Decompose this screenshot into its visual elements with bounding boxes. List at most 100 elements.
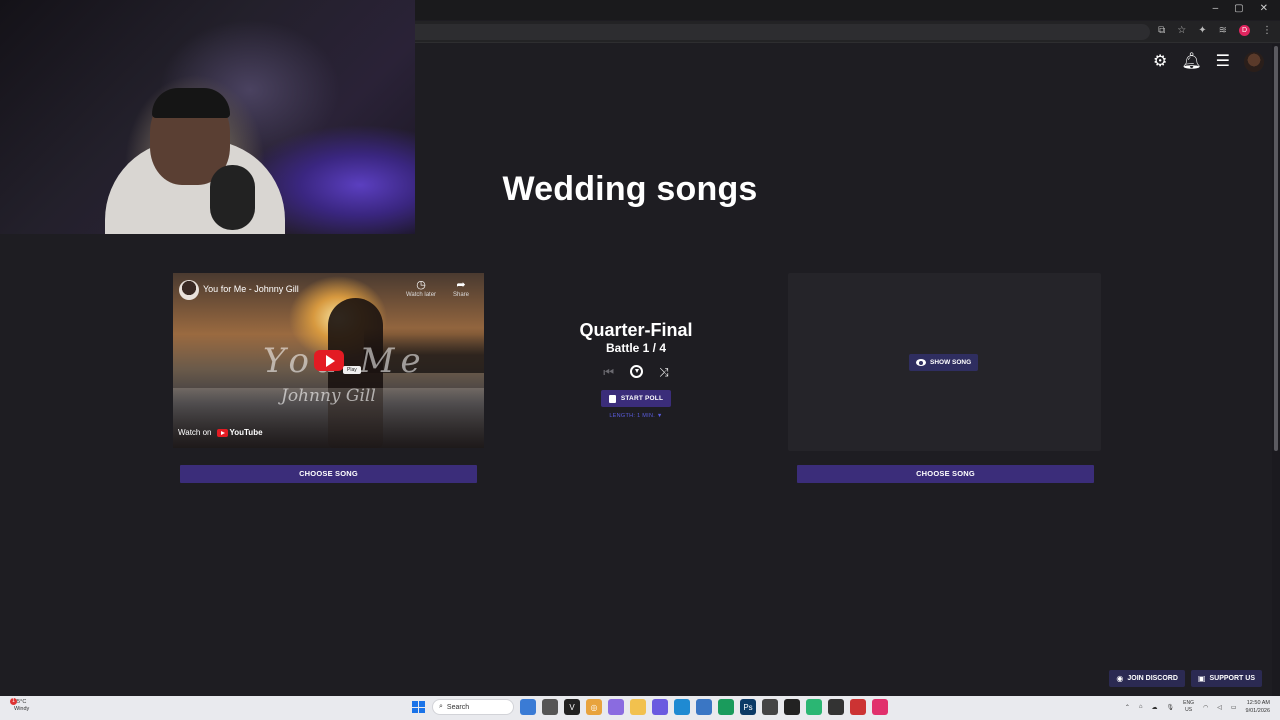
app-icon-discord[interactable] [652,699,668,715]
language-code: ENG [1183,700,1194,706]
app-icon-edge[interactable] [674,699,690,715]
app-icon-green-app[interactable] [718,699,734,715]
reading-list-icon[interactable]: ≋ [1219,25,1227,36]
watch-later-label: Watch later [405,292,437,298]
app-icon-photos[interactable] [608,699,624,715]
windows-start-icon[interactable] [410,699,426,715]
app-icon-file-explorer[interactable] [630,699,646,715]
cloud-icon[interactable]: ☁ [1152,704,1158,711]
taskbar-search[interactable]: ⌕ Search [432,699,514,715]
play-button[interactable] [314,350,344,371]
clock-time: 12:50 AM [1246,700,1270,706]
app-icon-chrome[interactable]: ◎ [586,699,602,715]
play-icon [325,354,335,367]
system-tray: ⌃ ⌂ ☁ 🎙︎ ENG US ◠ ◁ ▭ 12:50 AM 9/01/2026 [1125,699,1270,715]
watch-on-youtube-link[interactable]: Watch on YouTube [178,428,263,437]
share-button[interactable]: ➦ Share [443,279,479,298]
profile-avatar[interactable]: D [1239,25,1250,36]
youtube-play-icon [216,428,228,437]
more-menu-icon[interactable]: ⋮ [1262,25,1272,36]
eye-icon [916,359,926,366]
language-indicator[interactable]: ENG US [1183,700,1194,714]
video-title[interactable]: You for Me - Johnny Gill [203,284,299,294]
watch-later-button[interactable]: ◷ Watch later [403,279,439,298]
page-scrollbar[interactable] [1272,44,1280,696]
browser-address-bar: ⧉ ☆ ✦ ≋ D ⋮ [415,21,1280,43]
choose-left-song-button[interactable]: CHOOSE SONG [180,465,477,483]
show-song-button[interactable]: SHOW SONG [909,354,979,371]
clock-icon: ◷ [416,279,426,291]
support-us-button[interactable]: ▣ SUPPORT US [1190,670,1262,687]
webcam-person-cap [152,88,230,118]
keyboard-region: US [1185,707,1193,713]
footer-links: ◉ JOIN DISCORD ▣ SUPPORT US [1109,670,1262,687]
weather-desc: Windy [14,706,30,712]
os-taskbar: 1 25°C Windy ⌕ Search V ◎ Ps ⌃ ⌂ ☁ 🎙︎ EN… [0,696,1280,720]
stage-title: Quarter-Final [579,320,693,340]
scrollbar-thumb[interactable] [1274,46,1278,451]
taskbar-apps: ⌕ Search V ◎ Ps [410,699,888,715]
header-icons: ⚙ 🔔︎ ☰ [1153,52,1264,72]
support-us-label: SUPPORT US [1209,675,1255,682]
minimize-button[interactable]: – [1213,3,1219,14]
microphone-tray-icon[interactable]: 🎙︎ [1167,704,1175,711]
url-field[interactable] [415,24,1150,40]
app-icon-photoshop[interactable]: Ps [740,699,756,715]
thumbnail-artist-text: Johnny Gill [281,386,376,406]
volume-icon[interactable]: ◁ [1217,704,1222,711]
chevron-up-icon[interactable]: ⌃ [1125,704,1130,711]
choose-right-song-button[interactable]: CHOOSE SONG [797,465,1094,483]
weather-widget[interactable]: 1 25°C Windy [10,698,30,713]
app-icon-terminal[interactable] [828,699,844,715]
start-poll-button[interactable]: START POLL [600,390,672,407]
poll-length-dropdown[interactable]: LENGTH: 1 MIN. ▼ [536,413,736,419]
taskbar-search-placeholder: Search [446,703,470,711]
menu-icon[interactable]: ☰ [1216,52,1230,72]
app-icon-copilot[interactable] [520,699,536,715]
battery-icon[interactable]: ▭ [1231,704,1237,711]
app-icon-obs[interactable] [850,699,866,715]
app-icon-vivaldi[interactable]: V [564,699,580,715]
app-icon-premiere[interactable] [784,699,800,715]
app-icon-spotify[interactable] [806,699,822,715]
youtube-wordmark: YouTube [229,428,263,437]
gear-icon[interactable]: ⚙ [1153,52,1167,72]
youtube-embed[interactable]: You Me Johnny Gill You for Me - Johnny G… [173,273,484,448]
channel-avatar[interactable] [179,280,199,300]
maximize-button[interactable]: ▢ [1234,3,1243,14]
clock-date: 9/01/2026 [1245,708,1270,714]
app-icon-generic[interactable] [762,699,778,715]
close-button[interactable]: ✕ [1260,3,1268,14]
install-icon[interactable]: ⧉ [1158,25,1165,36]
bookmark-star-icon[interactable]: ☆ [1177,25,1186,36]
join-discord-label: JOIN DISCORD [1127,675,1178,682]
battle-counter: Battle 1 / 4 [605,341,667,355]
start-poll-label: START POLL [620,395,664,402]
search-icon: ⌕ [439,703,443,710]
support-icon: ▣ [1197,674,1206,683]
thumbnail-title-text: You Me [263,341,427,381]
wifi-icon[interactable]: ◠ [1203,704,1208,711]
show-song-label: SHOW SONG [930,359,972,366]
battle-panel: Quarter-Final Battle 1 / 4 ⏮ ⤨ START POL… [536,320,736,419]
previous-track-icon[interactable]: ⏮ [603,366,614,378]
app-icon-store[interactable] [696,699,712,715]
play-tooltip: Play [343,366,361,374]
discord-icon: ◉ [1116,674,1124,683]
app-icon-task-view[interactable] [542,699,558,715]
window-controls: – ▢ ✕ [1213,3,1268,14]
extensions-icon[interactable]: ✦ [1198,25,1206,36]
avatar[interactable] [1244,52,1264,72]
bell-icon[interactable]: 🔔︎ [1181,52,1201,72]
network-share-icon[interactable]: ⌂ [1139,704,1143,710]
download-icon[interactable] [630,365,644,378]
weather-badge: 1 [10,698,17,705]
page-title: Wedding songs [502,170,758,208]
join-discord-button[interactable]: ◉ JOIN DISCORD [1109,670,1185,687]
app-icon-tiktok[interactable] [872,699,888,715]
watch-on-label: Watch on [178,428,212,437]
shuffle-icon[interactable]: ⤨ [659,366,669,378]
share-label: Share [452,292,469,298]
browser-toolbar-icons: ⧉ ☆ ✦ ≋ D ⋮ [1158,25,1272,36]
taskbar-clock[interactable]: 12:50 AM 9/01/2026 [1246,699,1270,715]
